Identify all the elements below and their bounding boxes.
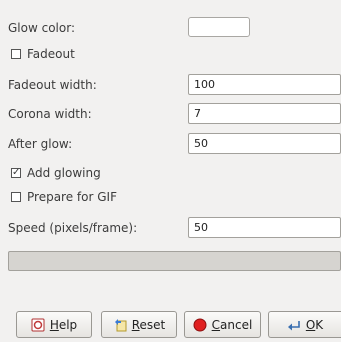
ok-mnemonic: O [305, 317, 316, 332]
after-glow-label: After glow: [8, 137, 73, 151]
prepare-gif-checkbox[interactable]: Prepare for GIF [11, 190, 117, 204]
speed-input[interactable]: 50 [188, 217, 341, 238]
cancel-label-rest: ancel [220, 317, 253, 332]
glow-color-label: Glow color: [8, 21, 75, 35]
reset-label-rest: eset [139, 317, 166, 332]
cancel-icon [193, 318, 207, 332]
prepare-gif-checkbox-label: Prepare for GIF [27, 190, 117, 204]
glow-color-button[interactable] [188, 17, 250, 37]
progress-bar [8, 251, 341, 271]
add-glowing-checkbox-label: Add glowing [27, 166, 101, 180]
fadeout-checkbox[interactable]: Fadeout [11, 47, 75, 61]
help-mnemonic: H [49, 317, 59, 332]
speed-label: Speed (pixels/frame): [8, 221, 138, 235]
cancel-mnemonic: C [211, 317, 221, 332]
fadeout-width-label: Fadeout width: [8, 78, 97, 92]
checkmark-icon: ✓ [12, 167, 21, 178]
after-glow-input[interactable]: 50 [188, 133, 341, 154]
cancel-button[interactable]: Cancel [184, 311, 261, 338]
ok-label-rest: K [315, 317, 324, 332]
help-label-rest: elp [58, 317, 78, 332]
help-button[interactable]: Help [16, 311, 92, 338]
prepare-gif-checkbox-box[interactable] [11, 192, 21, 202]
fadeout-checkbox-box[interactable] [11, 49, 21, 59]
fadeout-checkbox-label: Fadeout [27, 47, 75, 61]
add-glowing-checkbox-box[interactable]: ✓ [11, 168, 21, 178]
ok-button[interactable]: OK [268, 311, 341, 338]
fadeout-width-input[interactable]: 100 [188, 74, 341, 95]
corona-width-label: Corona width: [8, 107, 92, 121]
reset-icon [113, 318, 127, 332]
corona-width-input[interactable]: 7 [188, 103, 341, 124]
add-glowing-checkbox[interactable]: ✓ Add glowing [11, 166, 101, 180]
help-icon [31, 318, 45, 332]
reset-mnemonic: R [131, 317, 140, 332]
ok-icon [287, 318, 301, 332]
reset-button[interactable]: Reset [101, 311, 177, 338]
